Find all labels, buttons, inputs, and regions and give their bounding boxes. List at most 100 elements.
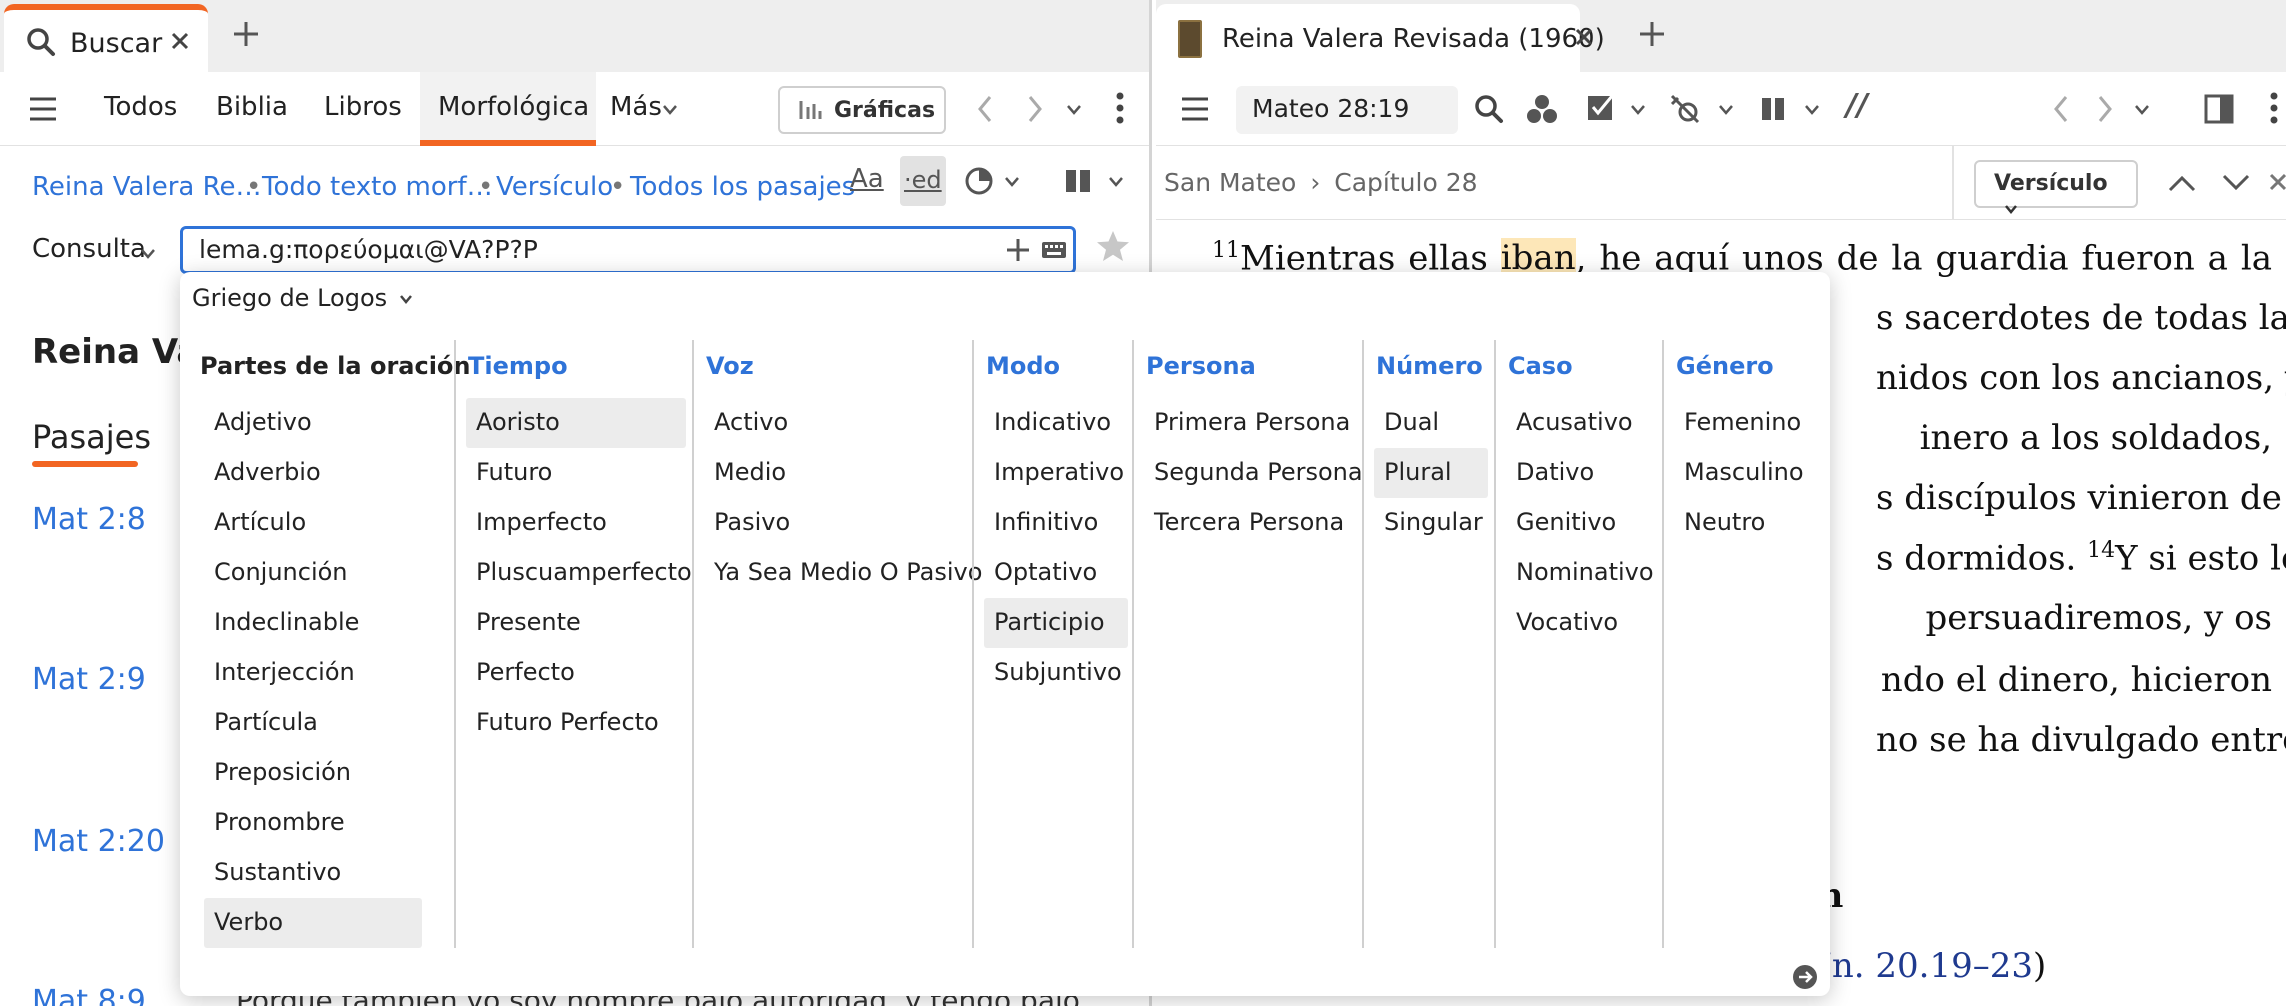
option-primera-persona[interactable]: Primera Persona	[1144, 398, 1360, 448]
option-femenino[interactable]: Femenino	[1674, 398, 1811, 448]
columns-view-icon[interactable]	[1760, 96, 1786, 122]
option-singular[interactable]: Singular	[1374, 498, 1493, 548]
tab-todos[interactable]: Todos	[104, 92, 177, 122]
option-verbo[interactable]: Verbo	[204, 898, 422, 948]
breadcrumb-book[interactable]: San Mateo	[1164, 168, 1296, 197]
option-sustantivo[interactable]: Sustantivo	[204, 848, 418, 898]
result-link[interactable]: Mat 8:9	[32, 984, 146, 1006]
option-perfecto[interactable]: Perfecto	[466, 648, 585, 698]
history-dropdown-icon[interactable]	[1066, 104, 1082, 116]
parallel-button[interactable]: //	[1846, 88, 1868, 123]
reference-input[interactable]: Mateo 28:19	[1236, 86, 1458, 134]
tab-morfologica[interactable]: Morfológica	[438, 92, 589, 122]
option-tercera-persona[interactable]: Tercera Persona	[1144, 498, 1354, 548]
option-segunda-persona[interactable]: Segunda Persona	[1144, 448, 1373, 498]
query-input[interactable]: lema.g:πορεύομαι@VA?P?P	[180, 226, 1076, 274]
tab-biblia[interactable]: Biblia	[216, 92, 288, 122]
result-link[interactable]: Mat 2:9	[32, 662, 146, 697]
crossref-link[interactable]: Jn. 20.19–23	[1818, 946, 2033, 986]
language-selector[interactable]: Griego de Logos	[192, 284, 413, 312]
forward-arrow-icon[interactable]	[1026, 94, 1044, 124]
text-filter[interactable]: Todo texto morf…	[262, 172, 493, 202]
option-pluscuamperfecto[interactable]: Pluscuamperfecto	[466, 548, 702, 598]
option-aoristo[interactable]: Aoristo	[466, 398, 686, 448]
add-tab-icon[interactable]	[232, 20, 260, 48]
option-imperativo[interactable]: Imperativo	[984, 448, 1134, 498]
query-mode-dropdown[interactable]: Consulta	[32, 234, 146, 264]
option-medio-o-pasivo[interactable]: Ya Sea Medio O Pasivo	[704, 548, 992, 598]
more-options-icon[interactable]	[2270, 92, 2278, 124]
panel-layout-icon[interactable]	[2204, 94, 2234, 124]
result-link[interactable]: Mat 2:8	[32, 502, 146, 537]
chevron-down-icon[interactable]	[1108, 176, 1124, 188]
option-adjetivo[interactable]: Adjetivo	[204, 398, 418, 448]
visual-filter-icon[interactable]	[964, 166, 994, 196]
option-plural[interactable]: Plural	[1374, 448, 1488, 498]
menu-icon[interactable]	[1180, 96, 1210, 122]
search-icon[interactable]	[1474, 94, 1504, 124]
tab-buscar[interactable]: Buscar	[4, 4, 208, 72]
option-dativo[interactable]: Dativo	[1506, 448, 1604, 498]
back-arrow-icon[interactable]	[2052, 94, 2070, 124]
option-conjuncion[interactable]: Conjunción	[204, 548, 418, 598]
option-particula[interactable]: Partícula	[204, 698, 418, 748]
option-interjeccion[interactable]: Interjección	[204, 648, 418, 698]
option-dual[interactable]: Dual	[1374, 398, 1449, 448]
passages-filter[interactable]: Todos los pasajes	[630, 172, 855, 202]
chevron-down-icon[interactable]	[1804, 104, 1820, 116]
go-arrow-icon[interactable]	[1792, 964, 1818, 990]
tab-libros[interactable]: Libros	[324, 92, 402, 122]
back-arrow-icon[interactable]	[976, 94, 994, 124]
tab-pasajes[interactable]: Pasajes	[32, 418, 151, 456]
breadcrumb-chapter[interactable]: Capítulo 28	[1334, 168, 1477, 197]
option-pasivo[interactable]: Pasivo	[704, 498, 800, 548]
forward-arrow-icon[interactable]	[2096, 94, 2114, 124]
more-options-icon[interactable]	[1116, 92, 1124, 124]
option-pronombre[interactable]: Pronombre	[204, 798, 418, 848]
option-nominativo[interactable]: Nominativo	[1506, 548, 1664, 598]
previous-verse-icon[interactable]	[2168, 174, 2196, 192]
close-icon[interactable]	[1574, 27, 1594, 47]
keyboard-icon[interactable]	[1041, 241, 1067, 259]
checklist-icon[interactable]	[1586, 92, 1616, 122]
option-subjuntivo[interactable]: Subjuntivo	[984, 648, 1132, 698]
option-adverbio[interactable]: Adverbio	[204, 448, 418, 498]
bible-filter[interactable]: Reina Valera Re…	[32, 172, 262, 202]
columns-view-icon[interactable]	[1064, 168, 1092, 194]
option-articulo[interactable]: Artículo	[204, 498, 418, 548]
result-link[interactable]: Mat 2:20	[32, 824, 165, 859]
option-presente[interactable]: Presente	[466, 598, 591, 648]
close-icon[interactable]	[170, 31, 190, 51]
edition-toggle-button[interactable]: ·ed	[900, 156, 946, 206]
add-term-icon[interactable]	[1005, 237, 1031, 263]
highlight-off-icon[interactable]	[1668, 92, 1702, 126]
option-masculino[interactable]: Masculino	[1674, 448, 1814, 498]
visual-filters-icon[interactable]	[1526, 94, 1558, 124]
scope-button[interactable]: Versículo	[1974, 160, 2138, 214]
tab-mas[interactable]: Más	[610, 92, 662, 122]
option-acusativo[interactable]: Acusativo	[1506, 398, 1643, 448]
option-participio[interactable]: Participio	[984, 598, 1128, 648]
font-size-button[interactable]: Aa	[850, 164, 884, 194]
next-verse-icon[interactable]	[2222, 174, 2250, 192]
graficas-button[interactable]: Gráficas	[778, 86, 946, 134]
add-tab-icon[interactable]	[1638, 20, 1666, 48]
close-icon[interactable]	[2268, 172, 2286, 192]
option-futuro[interactable]: Futuro	[466, 448, 562, 498]
chevron-down-icon[interactable]	[1718, 104, 1734, 116]
star-icon[interactable]	[1096, 230, 1130, 262]
option-futuro-perfecto[interactable]: Futuro Perfecto	[466, 698, 669, 748]
menu-icon[interactable]	[28, 96, 58, 122]
history-dropdown-icon[interactable]	[2134, 104, 2150, 116]
scope-filter[interactable]: Versículo	[496, 172, 613, 202]
option-activo[interactable]: Activo	[704, 398, 798, 448]
tab-bible[interactable]: Reina Valera Revisada (1960)	[1156, 4, 1605, 72]
option-vocativo[interactable]: Vocativo	[1506, 598, 1628, 648]
option-optativo[interactable]: Optativo	[984, 548, 1107, 598]
option-neutro[interactable]: Neutro	[1674, 498, 1775, 548]
option-medio[interactable]: Medio	[704, 448, 796, 498]
option-genitivo[interactable]: Genitivo	[1506, 498, 1626, 548]
chevron-down-icon[interactable]	[1004, 176, 1020, 188]
option-infinitivo[interactable]: Infinitivo	[984, 498, 1108, 548]
chevron-down-icon[interactable]	[1630, 104, 1646, 116]
